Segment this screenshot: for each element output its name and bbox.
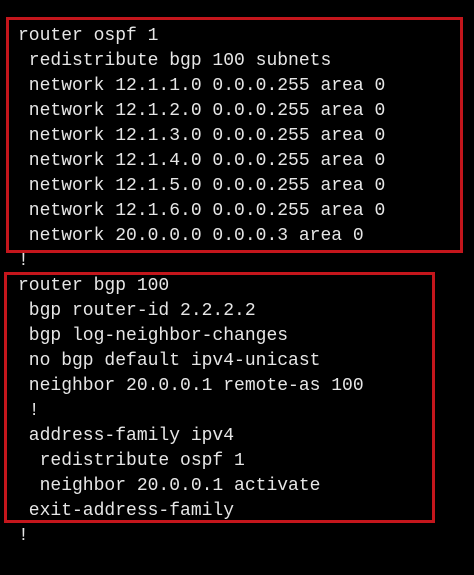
config-line: !: [18, 251, 29, 271]
config-line: network 12.1.4.0 0.0.0.255 area 0: [18, 151, 386, 171]
config-line: router bgp 100: [18, 276, 170, 296]
config-line: router ospf 1: [18, 26, 159, 46]
config-line: address-family ipv4: [18, 426, 235, 446]
config-line: network 12.1.5.0 0.0.0.255 area 0: [18, 176, 386, 196]
config-line: !: [18, 526, 29, 546]
config-line: network 12.1.6.0 0.0.0.255 area 0: [18, 201, 386, 221]
config-line: network 20.0.0.0 0.0.0.3 area 0: [18, 226, 364, 246]
config-line: bgp log-neighbor-changes: [18, 326, 289, 346]
config-line: !: [18, 401, 40, 421]
terminal-window: router ospf 1 redistribute bgp 100 subne…: [0, 0, 474, 575]
config-line: network 12.1.2.0 0.0.0.255 area 0: [18, 101, 386, 121]
config-line: neighbor 20.0.0.1 activate: [18, 476, 321, 496]
config-line: redistribute ospf 1: [18, 451, 245, 471]
config-line: exit-address-family: [18, 501, 235, 521]
config-line: no bgp default ipv4-unicast: [18, 351, 321, 371]
config-line: bgp router-id 2.2.2.2: [18, 301, 256, 321]
config-line: redistribute bgp 100 subnets: [18, 51, 332, 71]
config-line: network 12.1.3.0 0.0.0.255 area 0: [18, 126, 386, 146]
config-line: network 12.1.1.0 0.0.0.255 area 0: [18, 76, 386, 96]
config-line: neighbor 20.0.0.1 remote-as 100: [18, 376, 364, 396]
